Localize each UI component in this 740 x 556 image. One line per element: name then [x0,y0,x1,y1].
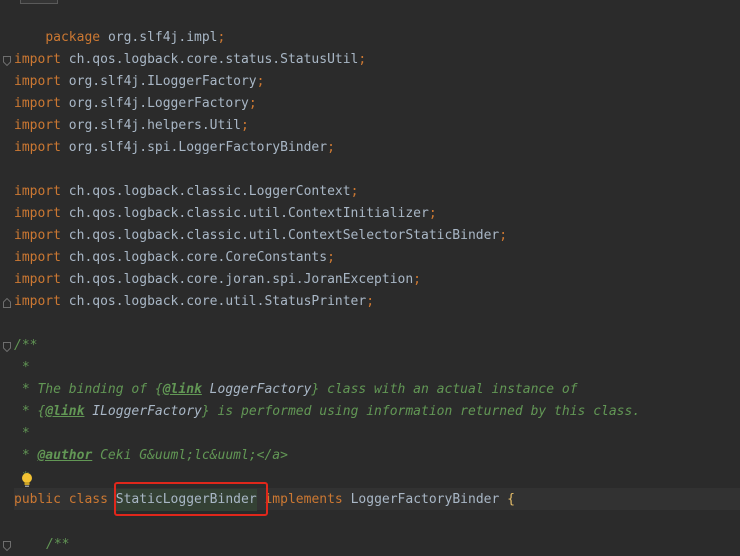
semicolon: ; [499,228,508,243]
import-path: ch.qos.logback.core.util.StatusPrinter [68,294,367,309]
import-keyword: import [14,184,61,199]
javadoc-link-tag[interactable]: @link [163,382,202,397]
class-keyword: class [68,492,108,507]
import-line[interactable]: import org.slf4j.ILoggerFactory; [14,71,264,93]
implements-keyword: implements [264,492,343,507]
import-path: ch.qos.logback.classic.util.ContextSelec… [68,228,500,243]
code-editor[interactable]: package org.slf4j.impl; import ch.qos.lo… [0,0,740,554]
open-brace: { [507,492,515,507]
import-path: ch.qos.logback.classic.LoggerContext [68,184,351,199]
semicolon: ; [428,206,437,221]
import-line[interactable]: import org.slf4j.spi.LoggerFactoryBinder… [14,137,335,159]
import-line[interactable]: import ch.qos.logback.core.status.Status… [14,49,366,71]
javadoc-blank-line[interactable]: * [14,357,30,379]
import-path: org.slf4j.spi.LoggerFactoryBinder [68,140,328,155]
import-line[interactable]: import ch.qos.logback.classic.util.Conte… [14,225,507,247]
semicolon: ; [327,140,335,155]
import-path: ch.qos.logback.core.status.StatusUtil [68,52,359,67]
semicolon: ; [350,184,359,199]
import-line[interactable]: import ch.qos.logback.core.joran.spi.Jor… [14,269,421,291]
javadoc-blank-line[interactable]: * [14,423,30,445]
inner-javadoc-open[interactable]: /** [46,534,69,556]
fold-toggle-icon[interactable] [3,342,11,352]
javadoc-author-tag: @author [37,448,93,463]
fold-toggle-icon[interactable] [3,56,11,66]
import-keyword: import [14,206,61,221]
import-path: ch.qos.logback.core.CoreConstants [68,250,328,265]
folded-region-marker[interactable] [20,0,58,4]
import-keyword: import [14,250,61,265]
javadoc-line-1[interactable]: * The binding of {@link LoggerFactory} c… [14,379,578,401]
javadoc-link-ref[interactable]: LoggerFactory [202,382,312,397]
import-line[interactable]: import ch.qos.logback.core.util.StatusPr… [14,291,374,313]
import-path: ch.qos.logback.classic.util.ContextIniti… [68,206,429,221]
semicolon: ; [413,272,421,287]
import-keyword: import [14,52,61,67]
import-keyword: import [14,228,61,243]
import-line[interactable]: import ch.qos.logback.classic.LoggerCont… [14,181,358,203]
import-path: org.slf4j.LoggerFactory [68,96,249,111]
javadoc-text: } is performed using information returne… [201,404,641,419]
javadoc-link-tag[interactable]: @link [45,404,84,419]
highlight-annotation-box [114,482,268,516]
import-keyword: import [14,74,61,89]
semicolon: ; [256,74,265,89]
semicolon: ; [240,118,249,133]
interface-name[interactable]: LoggerFactoryBinder [351,492,500,507]
javadoc-link-ref[interactable]: ILoggerFactory [84,404,202,419]
fold-end-icon[interactable] [3,298,11,308]
import-path: ch.qos.logback.core.joran.spi.JoranExcep… [68,272,414,287]
code-line-package[interactable]: package org.slf4j.impl; [14,5,225,45]
import-keyword: import [14,294,61,309]
javadoc-text: * The binding of { [14,382,163,397]
import-keyword: import [14,140,61,155]
javadoc-text: * { [14,404,46,419]
lightbulb-icon[interactable] [20,472,34,488]
semicolon: ; [366,294,375,309]
package-name: org.slf4j.impl [107,30,218,45]
import-keyword: import [14,272,61,287]
javadoc-author-line[interactable]: * @author Ceki G&uuml;lc&uuml;</a> [14,445,288,467]
import-line[interactable]: import ch.qos.logback.core.CoreConstants… [14,247,335,269]
import-line[interactable]: import org.slf4j.helpers.Util; [14,115,249,137]
import-path: org.slf4j.ILoggerFactory [68,74,257,89]
fold-toggle-icon[interactable] [3,541,11,551]
javadoc-author-name: Ceki G&uuml;lc&uuml;</a> [92,448,288,463]
semicolon: ; [217,30,226,45]
package-keyword: package [45,30,101,45]
semicolon: ; [358,52,367,67]
public-keyword: public [14,492,61,507]
javadoc-text: } class with an actual instance of [311,382,578,397]
import-path: org.slf4j.helpers.Util [68,118,241,133]
import-keyword: import [14,96,61,111]
import-keyword: import [14,118,61,133]
editor-gutter [0,0,14,554]
semicolon: ; [248,96,257,111]
import-line[interactable]: import org.slf4j.LoggerFactory; [14,93,257,115]
javadoc-line-2[interactable]: * {@link ILoggerFactory} is performed us… [14,401,640,423]
semicolon: ; [327,250,335,265]
javadoc-open[interactable]: /** [14,335,37,357]
javadoc-text: * [14,448,38,463]
import-line[interactable]: import ch.qos.logback.classic.util.Conte… [14,203,437,225]
